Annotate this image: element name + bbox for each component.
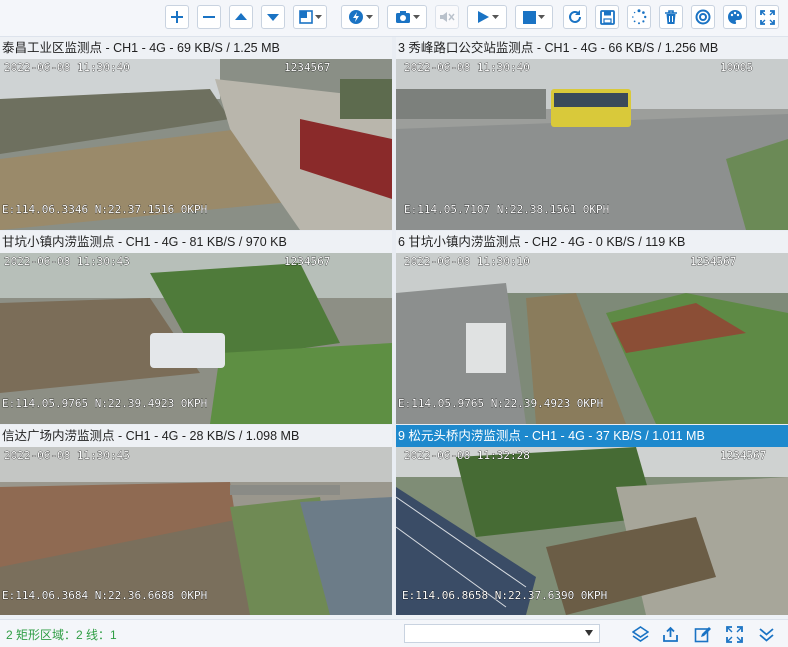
loading-button[interactable] [627,5,651,29]
video-timestamp: 2022-06-08 11:30:10 [404,255,530,268]
move-up-button[interactable] [229,5,253,29]
video-timestamp: 2022-06-08 11:32:28 [404,449,530,462]
chevron-down-icon [491,14,499,19]
share-icon [662,626,678,642]
arrow-down-icon [267,14,279,21]
video-device-id: 1234567 [690,255,736,268]
speed-button[interactable] [341,5,379,29]
minus-icon [203,16,215,18]
video-cell-title: 甘坑小镇内涝监测点 - CH1 - 4G - 81 KB/S / 970 KB [2,235,287,249]
video-gps-readout: E:114.05.7107 N:22.38.1561 0KPH [404,203,609,216]
video-cell-3[interactable]: 3 秀峰路口公交站监测点 - CH1 - 4G - 66 KB/S / 1.25… [396,37,788,230]
video-feed[interactable]: 2022-06-08 11:30:40 1234567 E:114.06.334… [0,59,392,230]
layers-icon [631,625,649,642]
palette-icon [728,10,742,24]
video-cell-1[interactable]: 泰昌工业区监测点 - CH1 - 4G - 69 KB/S / 1.25 MB … [0,37,392,230]
toolbar [0,0,788,37]
expand-icon [725,625,743,643]
collapse-button[interactable] [756,624,776,644]
refresh-button[interactable] [563,5,587,29]
video-cell-6[interactable]: 6 甘坑小镇内涝监测点 - CH2 - 4G - 0 KB/S / 119 KB… [396,231,788,424]
video-cell-9[interactable]: 9 松元头桥内涝监测点 - CH1 - 4G - 37 KB/S / 1.011… [396,425,788,615]
share-button[interactable] [660,624,680,644]
video-timestamp: 2022-06-08 11:30:45 [4,449,130,462]
video-gps-readout: E:114.06.8658 N:22.37.6390 0KPH [402,589,607,602]
video-timestamp: 2022-06-08 11:30:43 [4,255,130,268]
save-button[interactable] [595,5,619,29]
mute-button[interactable] [435,5,459,29]
chevron-down-icon [585,630,593,636]
video-cell-title: 信达广场内涝监测点 - CH1 - 4G - 28 KB/S / 1.098 M… [2,429,300,443]
camera-icon [395,11,410,23]
status-text: 2 矩形区域：2 线：1 [6,628,117,642]
combo-select[interactable] [404,624,600,643]
add-icon [171,11,183,23]
video-cell-title: 3 秀峰路口公交站监测点 - CH1 - 4G - 66 KB/S / 1.25… [398,41,719,55]
remove-button[interactable] [197,5,221,29]
arrow-up-icon [235,13,247,20]
chevron-down-icon [538,14,545,19]
edit-button[interactable] [692,624,712,644]
mute-icon [440,12,455,22]
video-grid: 泰昌工业区监测点 - CH1 - 4G - 69 KB/S / 1.25 MB … [0,37,788,615]
double-chevron-down-icon [758,627,774,642]
video-cell-5[interactable]: 甘坑小镇内涝监测点 - CH1 - 4G - 81 KB/S / 970 KB … [0,231,392,424]
video-feed[interactable]: 2022-06-08 11:32:28 1234567 E:114.06.865… [396,447,788,615]
video-cell-title: 6 甘坑小镇内涝监测点 - CH2 - 4G - 0 KB/S / 119 KB [398,235,686,249]
play-icon [477,11,489,23]
add-button[interactable] [165,5,189,29]
video-cell-title: 9 松元头桥内涝监测点 - CH1 - 4G - 37 KB/S / 1.011… [396,425,788,447]
fullscreen-button[interactable] [755,5,779,29]
layers-button[interactable] [630,624,650,644]
delete-icon [665,9,677,24]
video-device-id: 1234567 [284,255,330,268]
video-cell-7[interactable]: 信达广场内涝监测点 - CH1 - 4G - 28 KB/S / 1.098 M… [0,425,392,615]
save-icon [599,9,615,25]
video-device-id: 1234567 [720,449,766,462]
loading-icon [632,9,647,25]
stop-button[interactable] [515,5,553,29]
delete-button[interactable] [659,5,683,29]
video-device-id: 10005 [720,61,753,74]
video-feed[interactable]: 2022-06-08 11:30:43 1234567 E:114.05.976… [0,253,392,424]
target-icon [695,9,711,25]
video-timestamp: 2022-06-08 11:30:40 [404,61,530,74]
video-feed[interactable]: 2022-06-08 11:30:40 10005 E:114.05.7107 … [396,59,788,230]
video-feed[interactable]: 2022-06-08 11:30:10 1234567 E:114.05.976… [396,253,788,424]
play-button[interactable] [467,5,507,29]
video-cell-title: 泰昌工业区监测点 - CH1 - 4G - 69 KB/S / 1.25 MB [2,41,280,55]
layout-icon [298,10,313,24]
chevron-down-icon [314,14,322,19]
layout-button[interactable] [293,5,327,29]
video-gps-readout: E:114.05.9765 N:22.39.4923 0KPH [398,397,603,410]
refresh-icon [569,10,581,23]
move-down-button[interactable] [261,5,285,29]
stop-icon [523,10,536,24]
fullscreen-icon [759,9,775,25]
speed-icon [348,10,363,24]
snapshot-button[interactable] [387,5,427,29]
palette-button[interactable] [723,5,747,29]
target-button[interactable] [691,5,715,29]
chevron-down-icon [365,14,373,19]
video-device-id: 1234567 [284,61,330,74]
edit-icon [694,626,711,642]
video-timestamp: 2022-06-08 11:30:40 [4,61,130,74]
expand-button[interactable] [724,624,744,644]
video-gps-readout: E:114.05.9765 N:22.39.4923 0KPH [2,397,207,410]
video-gps-readout: E:114.06.3346 N:22.37.1516 0KPH [2,203,207,216]
status-bar: 2 矩形区域：2 线：1 [0,619,788,647]
video-feed[interactable]: 2022-06-08 11:30:45 E:114.06.3684 N:22.3… [0,447,392,615]
chevron-down-icon [412,14,420,19]
video-gps-readout: E:114.06.3684 N:22.36.6688 0KPH [2,589,207,602]
